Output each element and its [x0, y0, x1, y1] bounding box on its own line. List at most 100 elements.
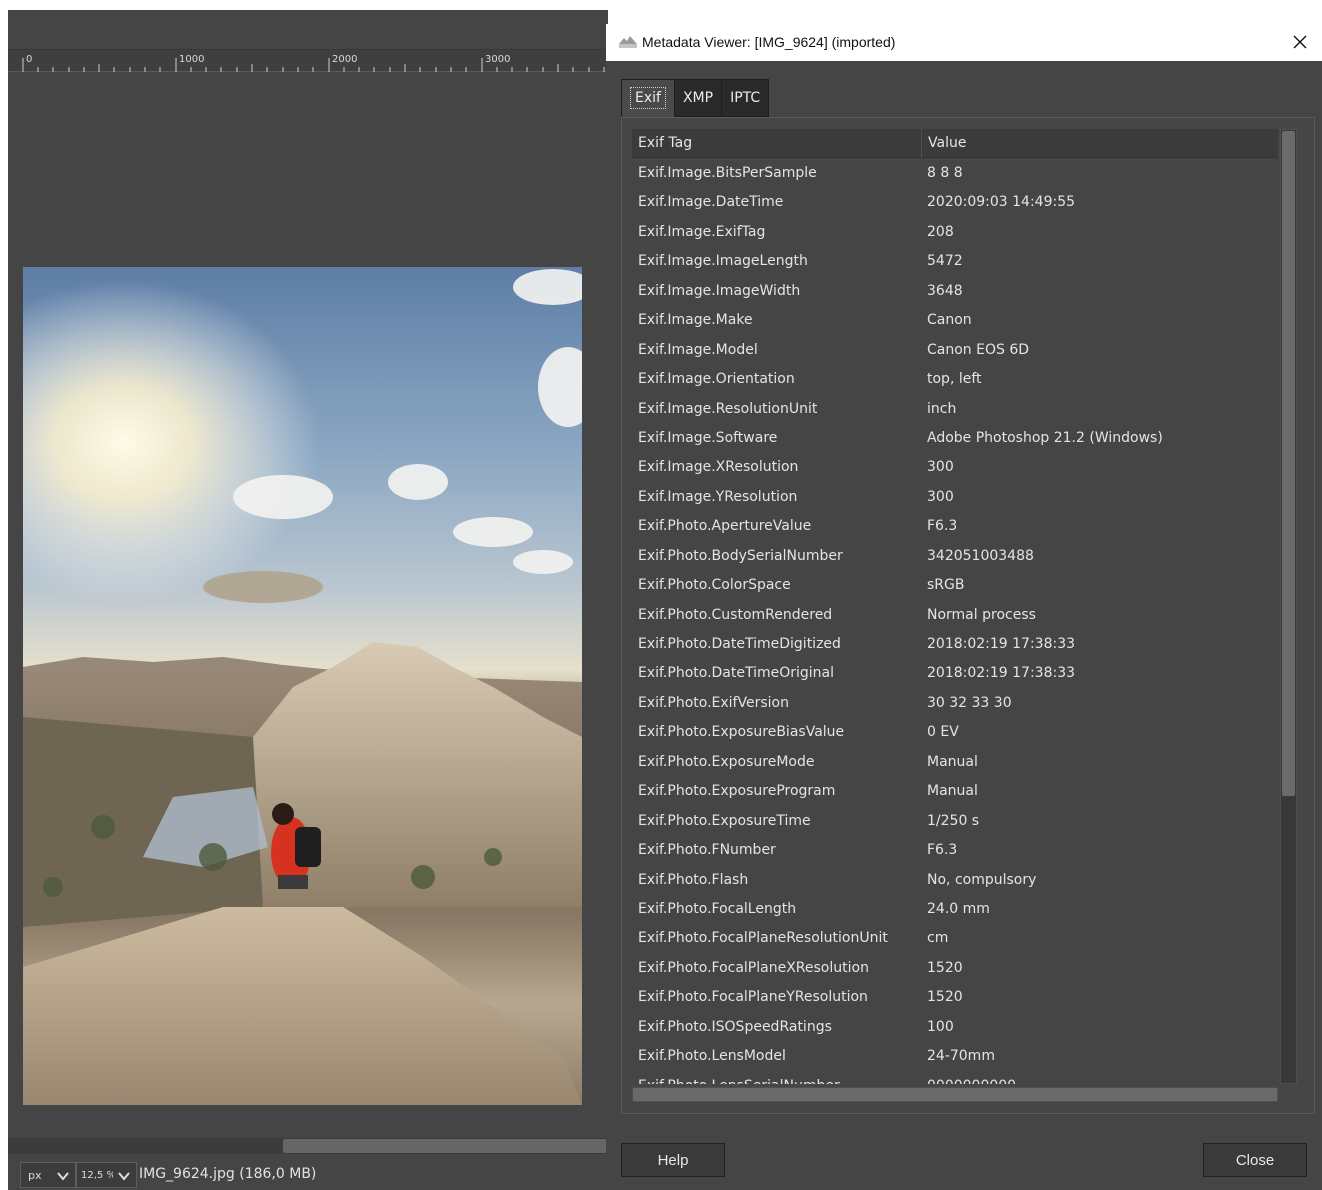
table-row[interactable]: Exif.Image.ResolutionUnit inch [632, 395, 1278, 424]
unit-select[interactable]: px [20, 1162, 76, 1188]
exif-tag-cell: Exif.Image.Model [638, 341, 758, 358]
exif-tag-cell: Exif.Photo.ISOSpeedRatings [638, 1018, 832, 1035]
table-row[interactable]: Exif.Image.Orientation top, left [632, 365, 1278, 394]
table-row[interactable]: Exif.Image.Make Canon [632, 306, 1278, 335]
table-row[interactable]: Exif.Photo.FNumber F6.3 [632, 836, 1278, 865]
exif-value-cell: 2020:09:03 14:49:55 [927, 194, 1076, 211]
exif-tag-cell: Exif.Photo.FocalPlaneYResolution [638, 989, 868, 1006]
table-row[interactable]: Exif.Photo.BodySerialNumber 342051003488 [632, 542, 1278, 571]
table-row[interactable]: Exif.Photo.FocalLength 24.0 mm [632, 895, 1278, 924]
table-row[interactable]: Exif.Photo.ExposureTime 1/250 s [632, 807, 1278, 836]
dialog-titlebar[interactable]: Metadata Viewer: [IMG_9624] (imported) [606, 24, 1322, 61]
table-row[interactable]: Exif.Photo.FocalPlaneYResolution 1520 [632, 983, 1278, 1012]
exif-tag-cell: Exif.Photo.DateTimeOriginal [638, 665, 835, 682]
table-row[interactable]: Exif.Photo.FocalPlaneResolutionUnit cm [632, 924, 1278, 953]
table-row[interactable]: Exif.Image.DateTime 2020:09:03 14:49:55 [632, 188, 1278, 217]
exif-tag-cell: Exif.Photo.Flash [638, 871, 749, 888]
exif-tag-cell: Exif.Image.DateTime [638, 194, 784, 211]
horizontal-ruler[interactable]: 0 1000 2000 3000 [8, 50, 608, 72]
exif-value-cell: 1520 [927, 989, 963, 1006]
exif-tag-cell: Exif.Photo.ExifVersion [638, 694, 789, 711]
scrollbar-thumb[interactable] [283, 1139, 608, 1153]
exif-tag-cell: Exif.Image.Orientation [638, 371, 795, 388]
exif-tag-cell: Exif.Photo.LensModel [638, 1048, 786, 1065]
toolbar-strip [8, 10, 608, 50]
table-row[interactable]: Exif.Photo.FocalPlaneXResolution 1520 [632, 954, 1278, 983]
tab-label: XMP [682, 90, 714, 106]
exif-value-cell: Manual [927, 783, 978, 800]
exif-tag-cell: Exif.Photo.ColorSpace [638, 577, 791, 594]
exif-tag-cell: Exif.Photo.DateTimeDigitized [638, 636, 841, 652]
ruler-label: 0 [26, 54, 33, 65]
tab-bar: Exif XMP IPTC [621, 79, 770, 117]
tab-label: Exif [630, 87, 666, 109]
horizontal-scrollbar[interactable] [8, 1138, 608, 1154]
image-photo[interactable] [23, 267, 582, 1105]
table-row[interactable]: Exif.Photo.Flash No, compulsory [632, 866, 1278, 895]
exif-value-cell: 0000000000 [927, 1072, 1277, 1084]
table-row[interactable]: Exif.Image.BitsPerSample 8 8 8 [632, 159, 1278, 188]
table-row[interactable]: Exif.Image.Software Adobe Photoshop 21.2 … [632, 424, 1278, 453]
exif-value-cell: 8 8 8 [927, 165, 963, 181]
exif-value-cell: 5472 [927, 253, 963, 270]
exif-table[interactable]: Exif Tag Value Exif.Image.BitsPerSample 8… [632, 129, 1278, 1084]
table-row[interactable]: Exif.Photo.ApertureValue F6.3 [632, 512, 1278, 541]
unit-value: px [28, 1168, 42, 1182]
exif-value-cell: cm [927, 930, 949, 947]
table-row[interactable]: Exif.Image.YResolution 300 [632, 483, 1278, 512]
photo-scene [23, 267, 582, 1105]
table-row[interactable]: Exif.Image.ImageWidth 3648 [632, 277, 1278, 306]
table-body: Exif.Image.BitsPerSample 8 8 8 Exif.Image.… [632, 159, 1278, 1084]
tab-exif[interactable]: Exif [621, 79, 675, 117]
help-button[interactable]: Help [621, 1143, 725, 1177]
table-row[interactable]: Exif.Photo.ColorSpace sRGB [632, 571, 1278, 600]
exif-tag-cell: Exif.Image.ExifTag [638, 223, 766, 240]
horizontal-scrollbar[interactable] [632, 1087, 1278, 1102]
image-window: 0 1000 2000 3000 px 12,5 % IMG_9624.jpg … [8, 10, 608, 1190]
exif-tag-cell: Exif.Photo.FNumber [638, 842, 776, 859]
table-row[interactable]: Exif.Photo.ExposureBiasValue 0 EV [632, 718, 1278, 747]
exif-value-cell: inch [927, 400, 957, 417]
table-row[interactable]: Exif.Image.ImageLength 5472 [632, 247, 1278, 276]
exif-value-cell: 300 [927, 459, 954, 476]
zoom-select[interactable]: 12,5 % [76, 1162, 137, 1188]
exif-value-cell: Manual [927, 753, 978, 770]
table-row[interactable]: Exif.Photo.DateTimeDigitized 2018:02:19 1… [632, 630, 1278, 659]
exif-value-cell: 2018:02:19 17:38:33 [927, 636, 1076, 652]
close-button[interactable]: Close [1203, 1143, 1307, 1177]
exif-tag-cell: Exif.Photo.FocalPlaneXResolution [638, 959, 869, 976]
exif-value-cell: F6.3 [927, 518, 958, 535]
exif-value-cell: 1520 [927, 959, 963, 976]
vertical-scrollbar[interactable] [1280, 129, 1297, 1084]
exif-value-cell: 3648 [927, 282, 963, 299]
exif-tag-cell: Exif.Image.BitsPerSample [638, 165, 817, 181]
table-row[interactable]: Exif.Photo.DateTimeOriginal 2018:02:19 17… [632, 659, 1278, 688]
table-row[interactable]: Exif.Photo.ExposureProgram Manual [632, 777, 1278, 806]
exif-value-cell: F6.3 [927, 842, 958, 859]
exif-value-cell: 2018:02:19 17:38:33 [927, 665, 1076, 682]
exif-tag-cell: Exif.Image.ImageWidth [638, 282, 801, 299]
tab-label: IPTC [730, 90, 761, 106]
tab-iptc[interactable]: IPTC [722, 79, 770, 117]
exif-tag-cell: Exif.Photo.ApertureValue [638, 518, 812, 535]
exif-value-cell: 0 EV [927, 724, 959, 741]
table-row[interactable]: Exif.Image.XResolution 300 [632, 453, 1278, 482]
image-canvas[interactable] [8, 72, 608, 1138]
close-window-button[interactable] [1286, 29, 1314, 55]
table-row[interactable]: Exif.Photo.ExifVersion 30 32 33 30 [632, 689, 1278, 718]
table-row[interactable]: Exif.Photo.LensModel 24-70mm [632, 1042, 1278, 1071]
tab-xmp[interactable]: XMP [674, 79, 723, 117]
chevron-down-icon [57, 1172, 69, 1181]
column-header-tag[interactable]: Exif Tag [632, 129, 921, 158]
exif-tag-cell: Exif.Image.Software [638, 429, 778, 446]
exif-value-cell: 24-70mm [927, 1048, 995, 1065]
table-row[interactable]: Exif.Photo.LensSerialNumber 0000000000 [632, 1072, 1278, 1084]
table-row[interactable]: Exif.Image.Model Canon EOS 6D [632, 336, 1278, 365]
exif-value-cell: Canon [927, 312, 972, 329]
table-row[interactable]: Exif.Photo.ExposureMode Manual [632, 748, 1278, 777]
scrollbar-thumb[interactable] [1282, 131, 1295, 796]
table-row[interactable]: Exif.Photo.CustomRendered Normal process [632, 601, 1278, 630]
column-header-value[interactable]: Value [921, 129, 1278, 158]
table-row[interactable]: Exif.Photo.ISOSpeedRatings 100 [632, 1013, 1278, 1042]
table-row[interactable]: Exif.Image.ExifTag 208 [632, 218, 1278, 247]
